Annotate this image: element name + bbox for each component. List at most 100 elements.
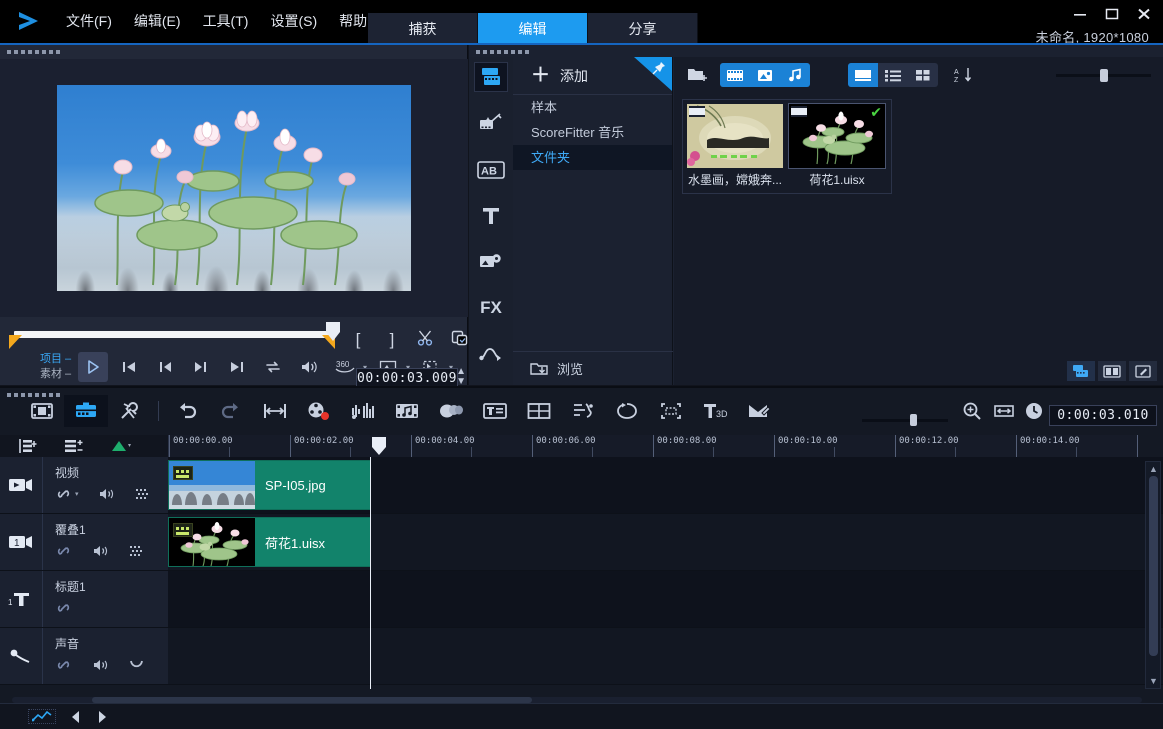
library-view-media-button[interactable] <box>1067 361 1095 381</box>
redo-button[interactable] <box>209 395 253 427</box>
preview-panel-grip[interactable] <box>0 45 467 57</box>
track-manager-button[interactable] <box>18 438 38 454</box>
speech-button[interactable] <box>429 395 473 427</box>
scroll-right-button[interactable] <box>96 710 108 724</box>
mute-icon[interactable] <box>98 487 116 501</box>
transitions-icon[interactable] <box>474 108 508 138</box>
menu-tools[interactable]: 工具(T) <box>192 8 260 34</box>
slider-knob[interactable] <box>1100 69 1108 82</box>
menu-edit[interactable]: 编辑(E) <box>123 8 192 34</box>
timeline-vertical-scrollbar[interactable]: ▲ ▼ <box>1145 461 1161 689</box>
minimize-icon[interactable] <box>1071 5 1089 23</box>
library-view-edit-button[interactable] <box>1129 361 1157 381</box>
mask-creator-button[interactable] <box>649 395 693 427</box>
scroll-left-button[interactable] <box>70 710 82 724</box>
volume-speaker-button[interactable] <box>294 352 324 382</box>
mix-audio-button[interactable] <box>110 439 132 453</box>
ripple-edit-button[interactable] <box>253 395 297 427</box>
maximize-icon[interactable] <box>1103 5 1121 23</box>
previous-frame-button[interactable] <box>150 352 180 382</box>
ab-transition-icon[interactable]: AB <box>474 154 508 184</box>
mute-icon[interactable] <box>92 544 110 558</box>
timeline-view-button[interactable] <box>64 395 108 427</box>
media-item-1[interactable]: 水墨画，嫦娥奔... <box>687 104 783 189</box>
next-frame-button[interactable] <box>186 352 216 382</box>
preview-scrub-bar[interactable]: [ ] <box>0 317 468 349</box>
play-button[interactable] <box>78 352 108 382</box>
scroll-up-arrow-icon[interactable]: ▲ <box>1149 464 1158 474</box>
scrub-track[interactable] <box>14 331 334 338</box>
track-body[interactable] <box>168 571 1163 627</box>
mark-in-button[interactable]: [ <box>348 331 368 349</box>
timeline-playhead-handle[interactable] <box>371 436 387 456</box>
view-thumbnail-button[interactable] <box>848 63 878 87</box>
audio-mixer-button[interactable] <box>341 395 385 427</box>
track-body[interactable]: SP-I05.jpg <box>168 457 1163 513</box>
library-thumbnail-size-slider[interactable] <box>1056 69 1151 82</box>
undo-button[interactable] <box>165 395 209 427</box>
media-library-icon[interactable] <box>474 62 508 93</box>
extend-timeline-button[interactable] <box>28 709 56 724</box>
scroll-down-arrow-icon[interactable]: ▼ <box>1149 676 1158 686</box>
fx-filter-icon[interactable]: FX <box>474 293 508 323</box>
track-header[interactable]: 1 标题1 <box>0 571 168 627</box>
timeline-timecode[interactable]: 0:00:03.010 <box>1049 405 1157 426</box>
mark-out-button[interactable]: ] <box>382 331 402 349</box>
pin-icon[interactable] <box>634 57 672 91</box>
track-motion-button[interactable] <box>605 395 649 427</box>
new-folder-icon[interactable] <box>684 64 712 86</box>
record-capture-button[interactable] <box>297 395 341 427</box>
mute-icon[interactable] <box>92 658 110 672</box>
mask-icon[interactable] <box>135 487 151 501</box>
jump-to-start-button[interactable] <box>114 352 144 382</box>
fade-icon[interactable] <box>129 658 145 672</box>
storyboard-view-button[interactable] <box>20 395 64 427</box>
link-icon[interactable]: ▾ <box>55 487 79 501</box>
menu-file[interactable]: 文件(F) <box>55 8 123 34</box>
tab-capture[interactable]: 捕获 <box>368 13 478 45</box>
preview-timecode[interactable]: 00:00:03.009 <box>356 368 458 388</box>
timeline-ruler[interactable]: 00:00:00.00 00:00:02.00 00:00:04.00 00:0… <box>168 435 1138 457</box>
preview-mode-toggle[interactable]: 项目 – 素材 – <box>40 352 71 382</box>
tab-edit[interactable]: 编辑 <box>478 13 588 45</box>
add-label[interactable]: 添加 <box>560 66 588 86</box>
trim-start-handle[interactable] <box>9 335 22 349</box>
preview-playhead[interactable] <box>325 321 341 343</box>
link-icon[interactable] <box>55 544 73 558</box>
menu-settings[interactable]: 设置(S) <box>259 8 328 34</box>
library-panel-grip[interactable] <box>469 45 1163 57</box>
browse-button[interactable]: 浏览 <box>513 351 673 385</box>
filter-audio-button[interactable] <box>780 63 810 87</box>
title-icon[interactable] <box>474 201 508 231</box>
zoom-slider-knob[interactable] <box>910 414 917 426</box>
add-track-button[interactable] <box>64 438 84 454</box>
tools-button[interactable] <box>108 395 152 427</box>
timeline-clip[interactable]: 荷花1.uisx <box>168 517 371 567</box>
scissors-split-icon[interactable] <box>416 329 436 351</box>
smart-package-button[interactable] <box>737 395 781 427</box>
track-header[interactable]: 视频 ▾ <box>0 457 168 513</box>
track-header[interactable]: 声音 <box>0 628 168 684</box>
track-body[interactable]: 荷花1.uisx <box>168 514 1163 570</box>
preview-stage[interactable] <box>0 59 468 317</box>
library-tree-item-folder[interactable]: 文件夹 <box>513 145 672 170</box>
multicam-editor-button[interactable] <box>517 395 561 427</box>
track-body[interactable] <box>168 628 1163 684</box>
media-item-2[interactable]: ✔ 荷花1.uisx <box>788 103 886 189</box>
sort-az-icon[interactable]: A Z <box>950 64 978 86</box>
library-view-split-button[interactable] <box>1098 361 1126 381</box>
subtitle-editor-button[interactable] <box>473 395 517 427</box>
repeat-loop-button[interactable] <box>258 352 288 382</box>
mask-icon[interactable] <box>129 544 145 558</box>
tab-share[interactable]: 分享 <box>588 13 698 45</box>
sound-gallery-button[interactable] <box>385 395 429 427</box>
copy-snapshot-icon[interactable] <box>450 329 470 351</box>
timeline-clip[interactable]: SP-I05.jpg <box>168 460 371 510</box>
motion-path-icon[interactable] <box>474 339 508 369</box>
graphic-icon[interactable] <box>474 247 508 277</box>
preview-timecode-stepper[interactable]: ▲ ▼ <box>456 367 466 387</box>
link-icon[interactable] <box>55 601 73 615</box>
view-list-button[interactable] <box>878 63 908 87</box>
filter-video-button[interactable] <box>720 63 750 87</box>
view-grid-button[interactable] <box>908 63 938 87</box>
